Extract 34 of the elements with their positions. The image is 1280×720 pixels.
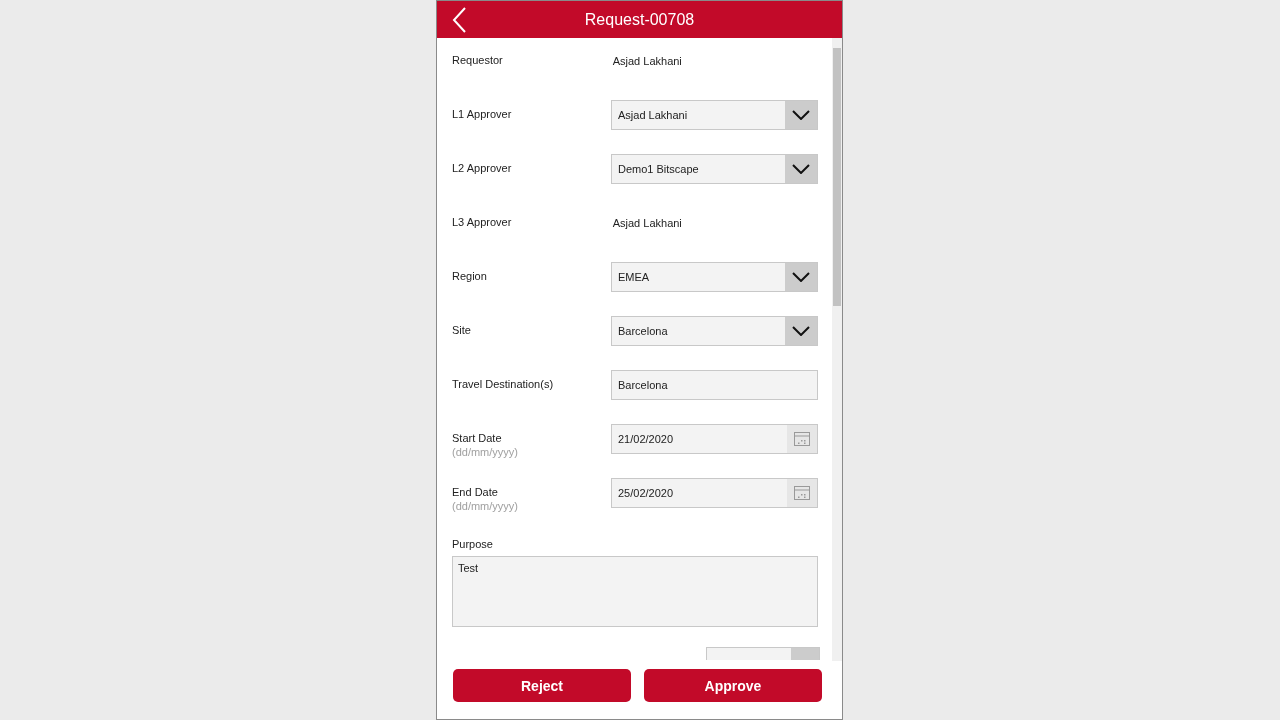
chevron-down-icon (792, 110, 810, 120)
action-button[interactable]: Approve (644, 669, 822, 702)
field-label: L3 Approver (452, 216, 513, 228)
dropdown-field[interactable]: EMEA (611, 262, 818, 292)
calendar-icon[interactable] (794, 432, 810, 446)
field-label: Start Date (452, 432, 503, 444)
date-format-hint: (dd/mm/yyyy) (452, 500, 519, 512)
field-label: Requestor (452, 54, 504, 66)
date-field[interactable]: 25/02/2020 (611, 478, 818, 508)
field-label: Site (452, 324, 472, 336)
field-label: Travel Destination(s) (452, 378, 555, 390)
field-label: Region (452, 270, 488, 282)
field-label: End Date (452, 486, 499, 498)
field-label: L1 Approver (452, 108, 513, 120)
text-area[interactable]: Test (452, 556, 818, 627)
scrollbar-thumb[interactable] (833, 48, 841, 306)
dropdown-field[interactable] (706, 647, 820, 660)
page-title: Request-00708 (584, 10, 695, 28)
calendar-icon[interactable] (794, 486, 810, 500)
date-field[interactable]: 21/02/2020 (611, 424, 818, 454)
scrollbar[interactable] (832, 38, 842, 661)
date-format-hint: (dd/mm/yyyy) (452, 446, 519, 458)
dropdown-field[interactable]: Asjad Lakhani (611, 100, 818, 130)
field-value: Asjad Lakhani (611, 216, 683, 231)
field-value: Asjad Lakhani (611, 54, 683, 69)
dropdown-field[interactable]: Demo1 Bitscape (611, 154, 818, 184)
input-field[interactable]: Barcelona (611, 370, 818, 400)
field-label: Purpose (452, 538, 494, 550)
action-button[interactable]: Reject (453, 669, 631, 702)
chevron-down-icon (792, 326, 810, 336)
field-label: L2 Approver (452, 162, 513, 174)
chevron-down-icon (792, 164, 810, 174)
chevron-down-icon (792, 272, 810, 282)
dropdown-field[interactable]: Barcelona (611, 316, 818, 346)
